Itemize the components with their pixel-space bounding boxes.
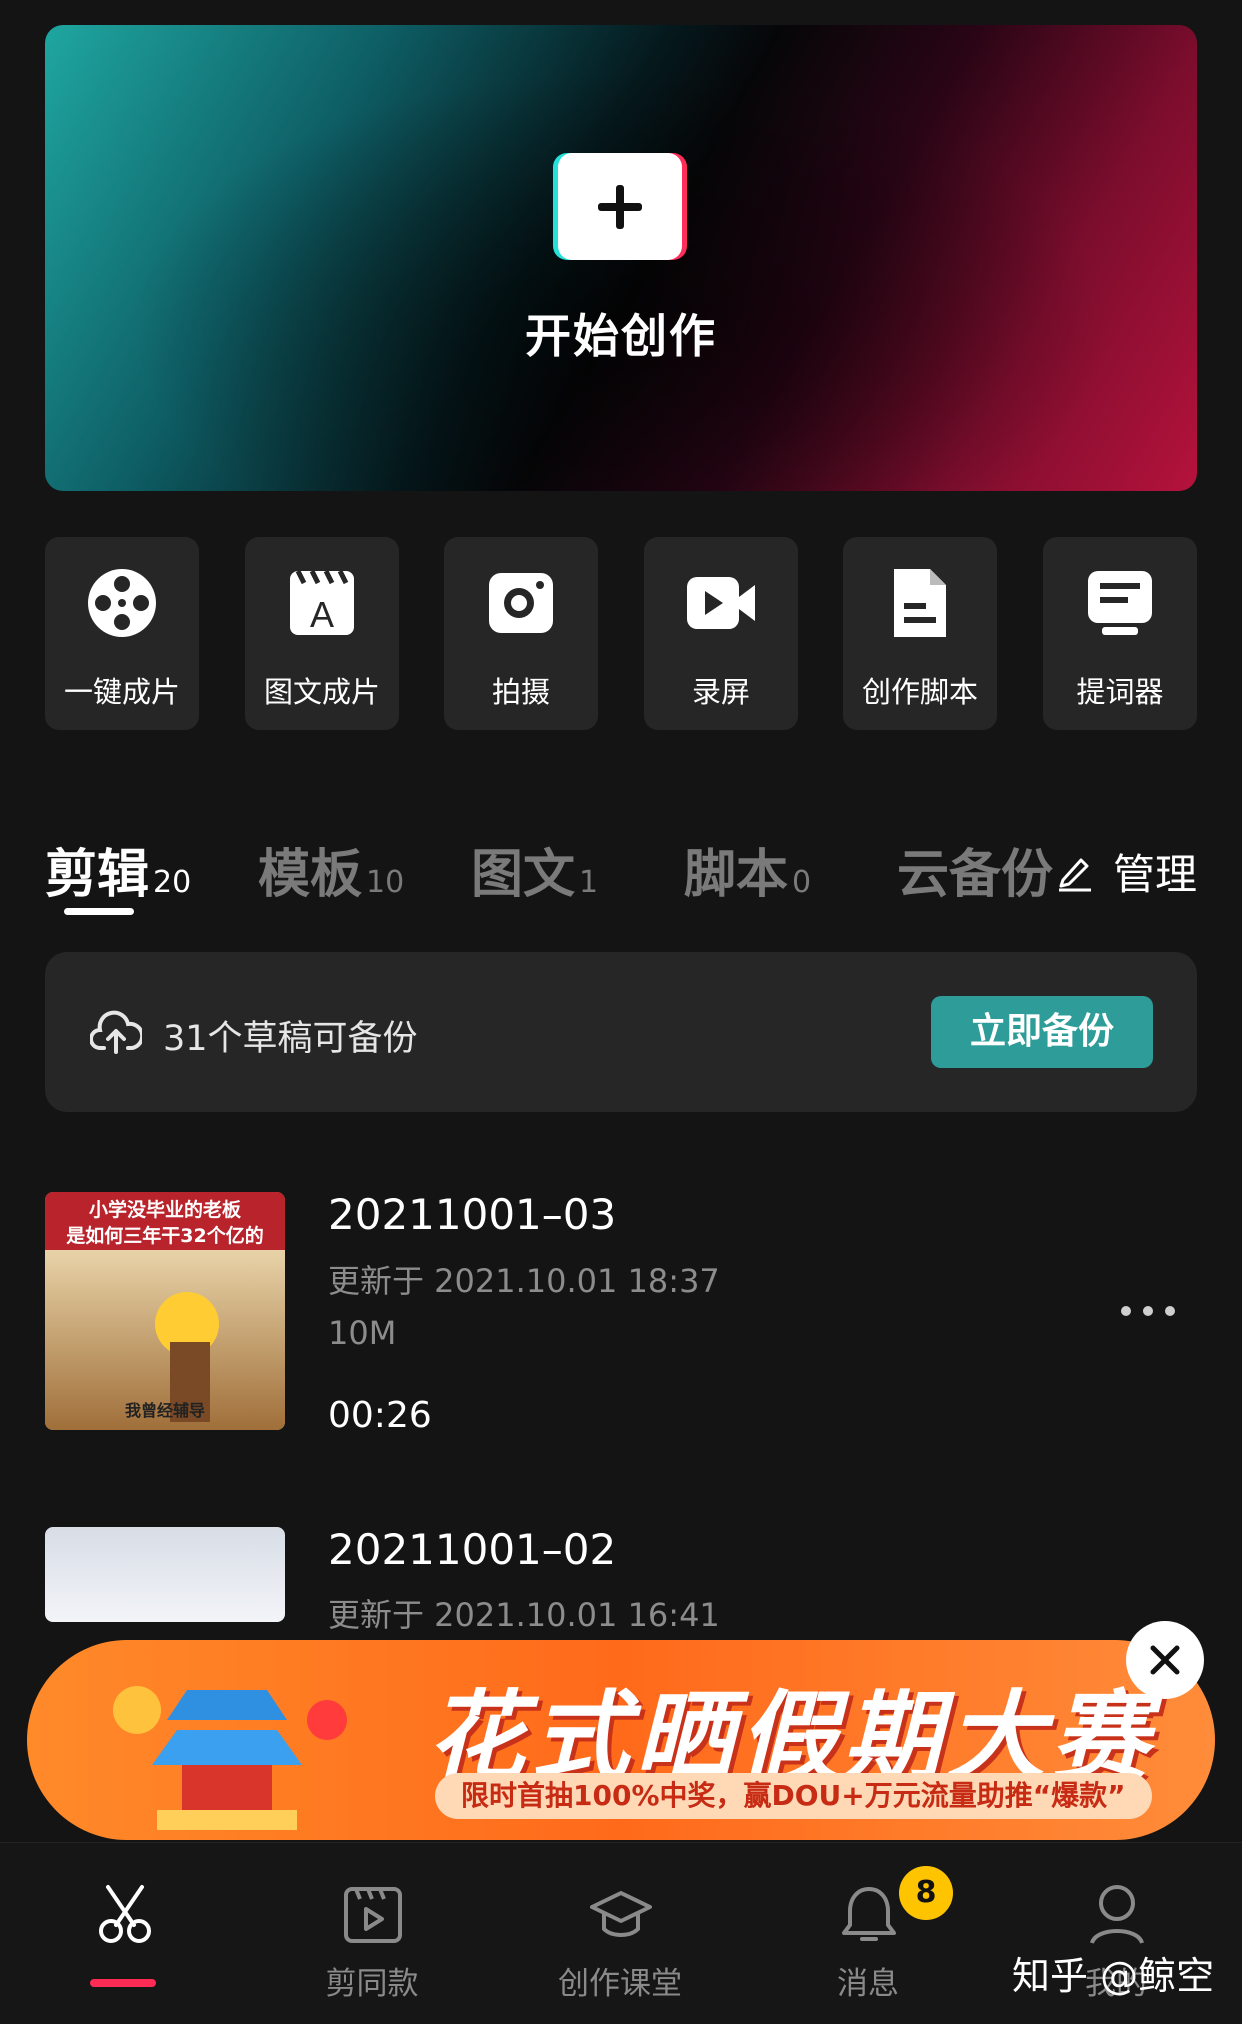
- close-icon: [1150, 1645, 1180, 1675]
- tab-count: 1: [579, 865, 599, 900]
- manage-label: 管理: [1113, 850, 1198, 899]
- nav-messages[interactable]: 消息: [744, 1843, 992, 2024]
- quick-action-label: 录屏: [691, 675, 750, 709]
- draft-updated: 更新于 2021.10.01 18:37: [328, 1262, 720, 1300]
- draft-duration: 00:26: [328, 1395, 432, 1436]
- close-promo-button[interactable]: [1126, 1621, 1204, 1699]
- bell-icon: [842, 1887, 896, 1941]
- film-reel-icon: [88, 569, 156, 637]
- graduation-cap-icon: [590, 1891, 652, 1937]
- quick-action-label: 一键成片: [63, 675, 180, 709]
- active-tab-indicator: [64, 908, 134, 915]
- nav-templates[interactable]: 剪同款: [248, 1843, 496, 2024]
- message-count-badge: 8: [899, 1866, 953, 1920]
- quick-action-label: 拍摄: [491, 675, 550, 709]
- nav-label: 消息: [837, 1966, 899, 2002]
- tab-count: 0: [792, 865, 812, 900]
- tab-count: 10: [366, 865, 405, 900]
- promo-banner[interactable]: 花式晒假期大赛 限时首抽100%中奖，赢DOU+万元流量助推“爆款”: [27, 1640, 1215, 1840]
- template-clapper-icon: [344, 1887, 402, 1943]
- tab-label: 脚本: [684, 845, 789, 905]
- tab-scripts[interactable]: 脚本 0: [684, 832, 811, 907]
- quick-action-teleprompter[interactable]: 提词器: [1043, 537, 1197, 730]
- tab-label: 模板: [258, 845, 363, 905]
- tab-count: 20: [153, 865, 192, 900]
- draft-thumbnail[interactable]: [45, 1527, 285, 1622]
- tab-label: 云备份: [897, 845, 1054, 905]
- backup-banner: 31个草稿可备份 立即备份: [45, 952, 1197, 1112]
- camera-icon: [489, 573, 553, 633]
- thumb-footer: 我曾经辅导: [124, 1401, 205, 1420]
- tab-label: 图文: [471, 845, 576, 905]
- svg-text:A: A: [310, 594, 334, 635]
- script-doc-icon: [894, 569, 946, 637]
- manage-button[interactable]: 管理: [1055, 841, 1197, 902]
- draft-title: 20211001–02: [328, 1525, 617, 1574]
- more-options-icon[interactable]: [1118, 1303, 1178, 1319]
- person-icon: [1090, 1885, 1144, 1944]
- plus-icon[interactable]: [558, 153, 682, 260]
- clapper-text-icon: A: [290, 569, 354, 635]
- quick-action-label: 创作脚本: [861, 675, 978, 709]
- active-nav-indicator: [90, 1979, 156, 1987]
- edit-pencil-icon: [1059, 858, 1091, 891]
- backup-text: 31个草稿可备份: [163, 1019, 418, 1059]
- quick-action-one-click[interactable]: 一键成片: [45, 537, 199, 730]
- draft-thumbnail[interactable]: 小学没毕业的老板 是如何三年干32个亿的 我曾经辅导: [45, 1192, 285, 1430]
- nav-label: 创作课堂: [558, 1966, 682, 2002]
- video-record-icon: [687, 577, 755, 629]
- temple-illustration-icon: [113, 1686, 347, 1830]
- nav-label: 剪同款: [325, 1966, 419, 2002]
- quick-action-shoot[interactable]: 拍摄: [444, 537, 598, 730]
- draft-title: 20211001–03: [328, 1190, 617, 1239]
- quick-action-label: 提词器: [1076, 675, 1164, 709]
- quick-action-image-text[interactable]: A 图文成片: [245, 537, 399, 730]
- quick-action-screen-record[interactable]: 录屏: [644, 537, 798, 730]
- start-creation-card[interactable]: 开始创作: [45, 25, 1197, 491]
- quick-action-script[interactable]: 创作脚本: [843, 537, 997, 730]
- teleprompter-icon: [1088, 571, 1152, 635]
- nav-edit[interactable]: [0, 1843, 248, 2024]
- promo-subtitle: 限时首抽100%中奖，赢DOU+万元流量助推“爆款”: [435, 1773, 1152, 1819]
- tab-edit[interactable]: 剪辑 20: [45, 832, 191, 907]
- draft-size: 10M: [328, 1314, 397, 1352]
- cloud-upload-icon: [90, 1010, 142, 1054]
- nav-academy[interactable]: 创作课堂: [496, 1843, 744, 2024]
- scissors-icon: [99, 1885, 151, 1943]
- watermark: 知乎 @鲸空: [1012, 1954, 1215, 1998]
- tab-label: 剪辑: [45, 845, 150, 905]
- start-creation-label: 开始创作: [525, 309, 717, 363]
- tab-image-text[interactable]: 图文 1: [471, 832, 598, 907]
- tab-templates[interactable]: 模板 10: [258, 832, 404, 907]
- thumb-caption: 是如何三年干32个亿的: [66, 1225, 264, 1247]
- thumb-caption: 小学没毕业的老板: [88, 1199, 241, 1221]
- draft-updated: 更新于 2021.10.01 16:41: [328, 1596, 720, 1634]
- tab-cloud-backup[interactable]: 云备份: [897, 832, 1055, 907]
- backup-now-button[interactable]: 立即备份: [931, 996, 1153, 1068]
- quick-action-label: 图文成片: [263, 675, 380, 709]
